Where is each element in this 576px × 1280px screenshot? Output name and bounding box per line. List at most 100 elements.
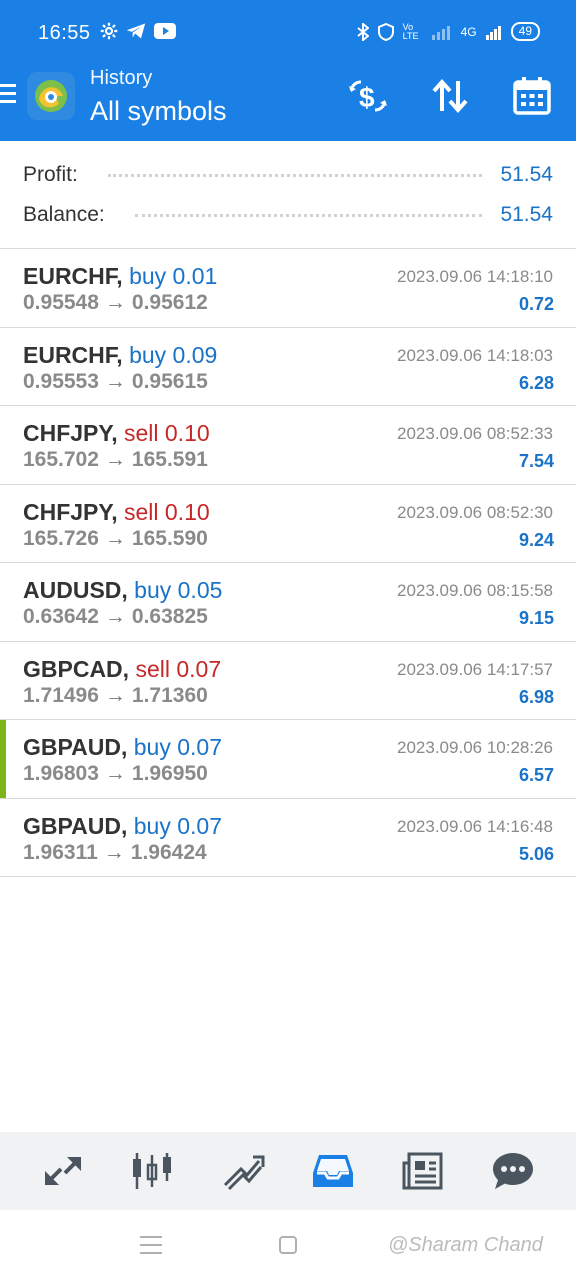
trade-row[interactable]: EURCHF, buy 0.01 0.95548 → 0.95612 2023.09… bbox=[0, 249, 576, 328]
open-price: 1.96311 bbox=[23, 840, 98, 864]
trade-time: 2023.09.06 14:16:48 bbox=[397, 816, 553, 836]
news-icon bbox=[402, 1152, 443, 1190]
nav-quotes[interactable] bbox=[33, 1141, 93, 1201]
dollar-exchange-icon: $ bbox=[349, 80, 387, 113]
trade-profit: 0.72 bbox=[518, 294, 554, 314]
trade-row[interactable]: GBPCAD, sell 0.07 1.71496 → 1.71360 2023.0… bbox=[0, 642, 576, 720]
arrow-icon: → bbox=[104, 291, 126, 314]
open-price: 0.95548 bbox=[23, 291, 99, 314]
balance-row: Balance: 51.54 bbox=[23, 200, 553, 230]
open-price: 165.702 bbox=[23, 448, 99, 471]
open-price: 0.95553 bbox=[23, 369, 99, 393]
account-summary: Profit: 51.54 Balance: 51.54 bbox=[0, 141, 576, 249]
sort-button[interactable] bbox=[428, 74, 472, 118]
arrow-icon: → bbox=[103, 840, 125, 864]
signal-icon bbox=[431, 25, 450, 40]
network-type: 4G bbox=[460, 24, 477, 39]
status-bar: 16:55 Vo LTE 4G 49 bbox=[0, 0, 576, 64]
calendar-icon bbox=[513, 77, 551, 115]
nav-messages[interactable] bbox=[483, 1141, 543, 1201]
sort-icon bbox=[432, 79, 468, 113]
gear-icon bbox=[100, 22, 118, 40]
trade-profit: 9.15 bbox=[518, 608, 554, 628]
open-price: 1.96803 bbox=[23, 762, 99, 785]
trade-time: 2023.09.06 08:52:30 bbox=[397, 502, 553, 522]
chat-icon bbox=[493, 1153, 533, 1189]
arrow-icon: → bbox=[104, 683, 126, 707]
status-time: 16:55 bbox=[38, 22, 91, 44]
telegram-icon bbox=[126, 23, 146, 39]
trade-row[interactable]: CHFJPY, sell 0.10 165.726 → 165.590 2023.0… bbox=[0, 485, 576, 563]
trade-profit: 9.24 bbox=[518, 529, 554, 550]
trade-icon bbox=[223, 1155, 265, 1191]
volte-indicator: Vo LTE bbox=[402, 21, 419, 41]
selected-row-marker bbox=[0, 720, 6, 798]
balance-value: 51.54 bbox=[500, 203, 553, 226]
arrow-icon: → bbox=[104, 605, 126, 628]
nav-history[interactable] bbox=[303, 1141, 363, 1201]
close-price: 1.96950 bbox=[131, 762, 208, 785]
trade-symbol: GBPCAD, bbox=[23, 655, 130, 682]
header-subtitle: History bbox=[90, 67, 153, 89]
close-price: 0.95615 bbox=[131, 369, 208, 393]
trade-history-list: EURCHF, buy 0.01 0.95548 → 0.95612 2023.09… bbox=[0, 249, 576, 877]
nav-news[interactable] bbox=[393, 1141, 453, 1201]
close-price: 1.71360 bbox=[131, 683, 208, 707]
app-header: 16:55 Vo LTE 4G 49 History All symbols $ bbox=[0, 0, 576, 141]
nav-trade[interactable] bbox=[213, 1141, 273, 1201]
svg-text:$: $ bbox=[359, 82, 375, 113]
trade-direction: buy 0.05 bbox=[134, 577, 223, 603]
trade-row[interactable]: GBPAUD, buy 0.07 1.96311 → 1.96424 2023.09… bbox=[0, 799, 576, 877]
trade-symbol: EURCHF, bbox=[23, 263, 123, 289]
trade-direction: sell 0.10 bbox=[123, 420, 210, 446]
close-price: 0.95612 bbox=[131, 291, 208, 314]
balance-label: Balance: bbox=[23, 203, 105, 226]
app-logo bbox=[27, 72, 75, 120]
trade-direction: buy 0.07 bbox=[133, 734, 222, 760]
menu-icon[interactable] bbox=[0, 84, 18, 108]
close-price: 1.96424 bbox=[130, 840, 207, 864]
home-button[interactable] bbox=[279, 1236, 297, 1254]
calendar-button[interactable] bbox=[510, 74, 554, 118]
nav-chart[interactable] bbox=[123, 1141, 183, 1201]
deposit-filter-button[interactable]: $ bbox=[346, 74, 390, 118]
trade-symbol: GBPAUD, bbox=[23, 734, 128, 760]
trade-profit: 7.54 bbox=[518, 451, 554, 471]
recent-apps-button[interactable] bbox=[140, 1236, 162, 1260]
trade-profit: 6.98 bbox=[518, 686, 554, 707]
trade-symbol: GBPAUD, bbox=[23, 812, 128, 839]
arrow-icon: → bbox=[104, 448, 126, 471]
open-price: 165.726 bbox=[23, 526, 99, 550]
trade-time: 2023.09.06 14:17:57 bbox=[397, 659, 553, 679]
trade-direction: sell 0.07 bbox=[135, 655, 222, 682]
trade-direction: buy 0.01 bbox=[129, 263, 218, 289]
bottom-nav bbox=[0, 1132, 576, 1210]
trade-direction: buy 0.09 bbox=[129, 341, 218, 368]
trade-time: 2023.09.06 08:52:33 bbox=[397, 424, 553, 443]
page-title[interactable]: All symbols bbox=[90, 96, 227, 127]
bluetooth-icon bbox=[357, 22, 369, 41]
trade-profit: 5.06 bbox=[518, 843, 554, 864]
arrow-icon: → bbox=[104, 762, 126, 785]
open-price: 0.63642 bbox=[23, 605, 99, 628]
trade-row[interactable]: CHFJPY, sell 0.10 165.702 → 165.591 2023.0… bbox=[0, 406, 576, 485]
trade-time: 2023.09.06 14:18:10 bbox=[397, 267, 553, 286]
trade-time: 2023.09.06 14:18:03 bbox=[397, 345, 553, 365]
profit-label: Profit: bbox=[23, 163, 78, 186]
signal-icon bbox=[485, 25, 501, 40]
battery-indicator: 49 bbox=[510, 22, 540, 41]
trade-direction: sell 0.10 bbox=[123, 498, 210, 525]
close-price: 0.63825 bbox=[131, 605, 208, 628]
profit-row: Profit: 51.54 bbox=[23, 160, 553, 190]
trade-row[interactable]: EURCHF, buy 0.09 0.95553 → 0.95615 2023.09… bbox=[0, 328, 576, 406]
open-price: 1.71496 bbox=[23, 683, 99, 707]
trade-symbol: AUDUSD, bbox=[23, 577, 128, 603]
close-price: 165.590 bbox=[131, 526, 208, 550]
profit-value: 51.54 bbox=[500, 163, 553, 186]
trade-row[interactable]: GBPAUD, buy 0.07 1.96803 → 1.96950 2023.09… bbox=[0, 720, 576, 799]
youtube-icon bbox=[154, 23, 176, 39]
history-icon bbox=[313, 1155, 353, 1187]
trade-profit: 6.57 bbox=[518, 765, 554, 785]
trade-row[interactable]: AUDUSD, buy 0.05 0.63642 → 0.63825 2023.09… bbox=[0, 563, 576, 642]
quotes-icon bbox=[45, 1157, 81, 1185]
